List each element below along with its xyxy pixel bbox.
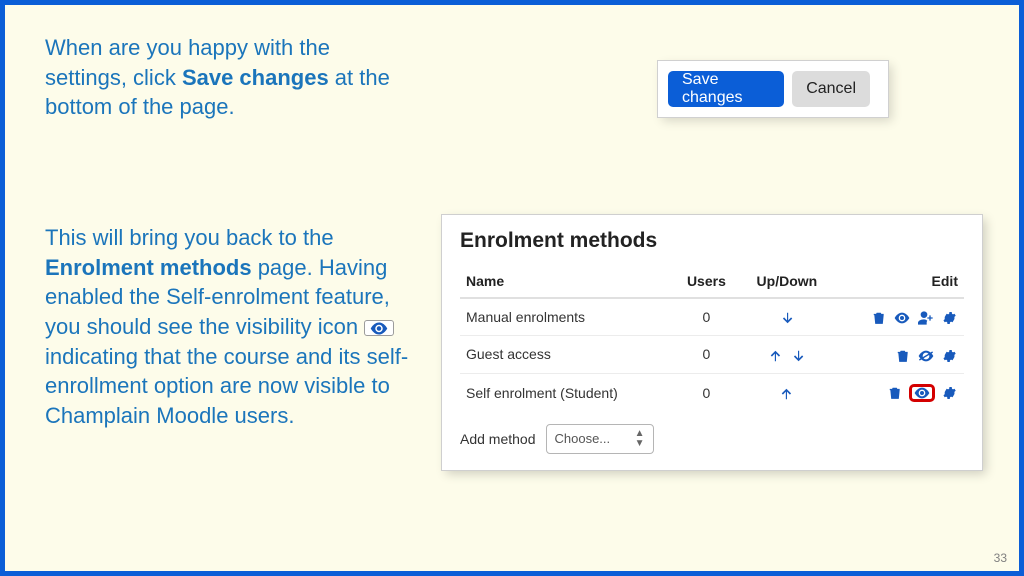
save-cancel-screenshot: Save changes Cancel (658, 61, 888, 117)
enrolment-table: Name Users Up/Down Edit Manual enrolment… (460, 265, 964, 412)
slide: When are you happy with the settings, cl… (0, 0, 1024, 576)
text: indicating that the course and its self-… (45, 344, 408, 428)
delete-icon[interactable] (888, 386, 902, 400)
col-users: Users (673, 265, 739, 298)
cell-edit (834, 298, 964, 336)
instruction-enrolment-page: This will bring you back to the Enrolmen… (45, 223, 415, 431)
move-down-icon[interactable] (780, 311, 794, 325)
eye-icon[interactable] (894, 312, 910, 324)
cell-updown (740, 336, 835, 373)
settings-icon[interactable] (942, 386, 956, 400)
page-number: 33 (994, 551, 1007, 565)
cell-users: 0 (673, 373, 739, 412)
text: This will bring you back to the (45, 225, 334, 250)
table-row: Guest access 0 (460, 336, 964, 373)
text-bold: Enrolment methods (45, 255, 252, 280)
visibility-eye-icon-inline (364, 320, 394, 336)
delete-icon[interactable] (896, 349, 910, 363)
text-bold: Save changes (182, 65, 329, 90)
save-button[interactable]: Save changes (668, 71, 784, 107)
cell-edit (834, 373, 964, 412)
col-edit: Edit (834, 265, 964, 298)
cell-updown (740, 373, 835, 412)
col-updown: Up/Down (740, 265, 835, 298)
move-up-icon[interactable] (780, 387, 794, 401)
instruction-save-changes: When are you happy with the settings, cl… (45, 33, 405, 122)
chevron-updown-icon: ▲▼ (635, 429, 645, 449)
cell-users: 0 (673, 298, 739, 336)
enrolment-methods-panel: Enrolment methods Name Users Up/Down Edi… (442, 215, 982, 470)
move-down-icon[interactable] (791, 349, 805, 363)
cancel-button[interactable]: Cancel (792, 71, 870, 107)
eye-hidden-icon[interactable] (918, 350, 934, 362)
cell-updown (740, 298, 835, 336)
add-method-label: Add method (460, 431, 536, 447)
panel-title: Enrolment methods (460, 229, 964, 253)
settings-icon[interactable] (942, 349, 956, 363)
add-method-select[interactable]: Choose... ▲▼ (546, 424, 654, 454)
add-method-row: Add method Choose... ▲▼ (460, 424, 964, 454)
cell-name: Guest access (460, 336, 673, 373)
cell-edit (834, 336, 964, 373)
cell-name: Manual enrolments (460, 298, 673, 336)
cell-users: 0 (673, 336, 739, 373)
cell-name: Self enrolment (Student) (460, 373, 673, 412)
select-value: Choose... (555, 431, 611, 446)
settings-icon[interactable] (942, 311, 956, 325)
col-name: Name (460, 265, 673, 298)
enrol-users-icon[interactable] (918, 311, 934, 325)
delete-icon[interactable] (872, 311, 886, 325)
table-row: Self enrolment (Student) 0 (460, 373, 964, 412)
move-up-icon[interactable] (769, 349, 783, 363)
highlighted-eye-icon[interactable] (909, 384, 935, 402)
table-row: Manual enrolments 0 (460, 298, 964, 336)
